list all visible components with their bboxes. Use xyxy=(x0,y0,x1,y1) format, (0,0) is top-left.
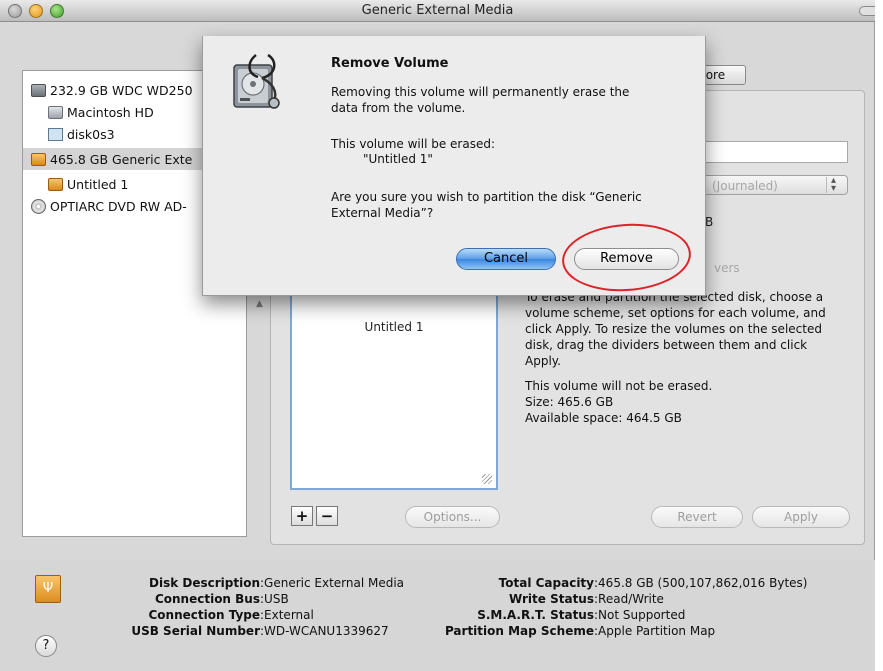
info-key: Disk Description xyxy=(149,576,260,590)
info-value: Generic External Media xyxy=(264,576,405,590)
instruction-line: disk, drag the dividers between them and… xyxy=(525,338,808,352)
usb-drive-icon: Ψ xyxy=(35,575,61,603)
volume-size: Size: 465.6 GB xyxy=(525,395,614,409)
info-value: Apple Partition Map xyxy=(598,624,716,638)
info-value: 465.8 GB (500,107,862,016 Bytes) xyxy=(598,576,808,590)
info-key: Connection Type xyxy=(148,608,260,622)
hard-drive-icon xyxy=(31,83,46,97)
dvd-drive-icon xyxy=(31,198,46,214)
message-line: data from the volume. xyxy=(331,101,466,115)
erased-volume-name: "Untitled 1" xyxy=(363,152,433,166)
info-value: Not Supported xyxy=(598,608,686,622)
help-button[interactable]: ? xyxy=(35,635,57,657)
confirm-line: Are you sure you wish to partition the d… xyxy=(331,190,642,204)
volume-erase-info: This volume will not be erased. Size: 46… xyxy=(525,378,712,426)
info-key: Write Status xyxy=(508,592,594,606)
title-bar[interactable]: Generic External Media xyxy=(0,0,875,22)
dialog-message: Removing this volume will permanently er… xyxy=(331,84,691,116)
toolbar-toggle-button[interactable] xyxy=(859,6,875,16)
sidebar-item-label: 465.8 GB Generic Exte xyxy=(50,151,193,167)
disk-info-right: Total Capacity: 465.8 GB (500,107,862,01… xyxy=(437,575,808,639)
disk-image-icon xyxy=(48,127,63,141)
partial-label: vers xyxy=(714,261,740,275)
revert-button[interactable]: Revert xyxy=(651,506,743,528)
disk-info-left: Disk Description: Generic External Media… xyxy=(95,575,404,639)
window-title: Generic External Media xyxy=(361,3,514,18)
info-value: External xyxy=(264,608,314,622)
info-key: Partition Map Scheme xyxy=(444,624,594,638)
disk-utility-window: Generic External Media 232.9 GB WDC WD25… xyxy=(0,0,875,671)
cancel-button[interactable]: Cancel xyxy=(456,248,556,270)
info-value: WD-WCANU1339627 xyxy=(264,624,389,638)
info-key: Total Capacity xyxy=(498,576,594,590)
sidebar-item-untitled-1[interactable]: Untitled 1 xyxy=(48,173,198,195)
confirm-line: External Media”? xyxy=(331,206,434,220)
divider-caret-icon: ▲ xyxy=(256,299,263,309)
sidebar-item-disk0s3[interactable]: disk0s3 xyxy=(48,123,198,145)
erase-status: This volume will not be erased. xyxy=(525,379,713,393)
sidebar-item-macintosh-hd[interactable]: Macintosh HD xyxy=(48,101,198,123)
info-key: S.M.A.R.T. Status xyxy=(477,608,594,622)
erased-label: This volume will be erased: xyxy=(331,137,496,151)
info-key: USB Serial Number xyxy=(131,624,260,638)
info-value: USB xyxy=(264,592,289,606)
popup-arrows-icon: ▴ ▾ xyxy=(826,176,840,194)
apply-button[interactable]: Apply xyxy=(752,506,850,528)
info-key: Connection Bus xyxy=(154,592,260,606)
partition-instructions: To erase and partition the selected disk… xyxy=(525,289,855,369)
sidebar-item-label: disk0s3 xyxy=(67,126,115,142)
instruction-line: click Apply. To resize the volumes on th… xyxy=(525,322,822,336)
message-line: Removing this volume will permanently er… xyxy=(331,85,630,99)
dialog-title: Remove Volume xyxy=(331,56,449,71)
usb-volume-icon xyxy=(48,177,63,191)
options-button[interactable]: Options... xyxy=(405,506,500,528)
add-remove-controls: + − xyxy=(291,506,339,526)
size-unit-label: B xyxy=(705,215,714,229)
volume-label: Untitled 1 xyxy=(364,320,424,334)
disk-utility-icon xyxy=(233,53,280,109)
format-value: (Journaled) xyxy=(712,179,778,193)
confirm-question: Are you sure you wish to partition the d… xyxy=(331,189,681,221)
resize-grip-icon[interactable] xyxy=(482,474,492,484)
sidebar-item-label: Macintosh HD xyxy=(67,104,154,120)
info-value: Read/Write xyxy=(598,592,664,606)
available-space: Available space: 464.5 GB xyxy=(525,411,682,425)
remove-volume-button[interactable]: − xyxy=(316,506,338,526)
sidebar-item-wdc-disk[interactable]: 232.9 GB WDC WD250 xyxy=(31,79,201,101)
instruction-line: volume scheme, set options for each volu… xyxy=(525,306,826,320)
sidebar-item-label: OPTIARC DVD RW AD- xyxy=(50,198,187,214)
volume-icon xyxy=(48,105,63,119)
add-volume-button[interactable]: + xyxy=(291,506,313,526)
usb-drive-icon xyxy=(31,152,46,166)
sidebar-item-label: Untitled 1 xyxy=(67,176,129,192)
instruction-line: Apply. xyxy=(525,354,561,368)
sidebar-item-label: 232.9 GB WDC WD250 xyxy=(50,82,193,98)
